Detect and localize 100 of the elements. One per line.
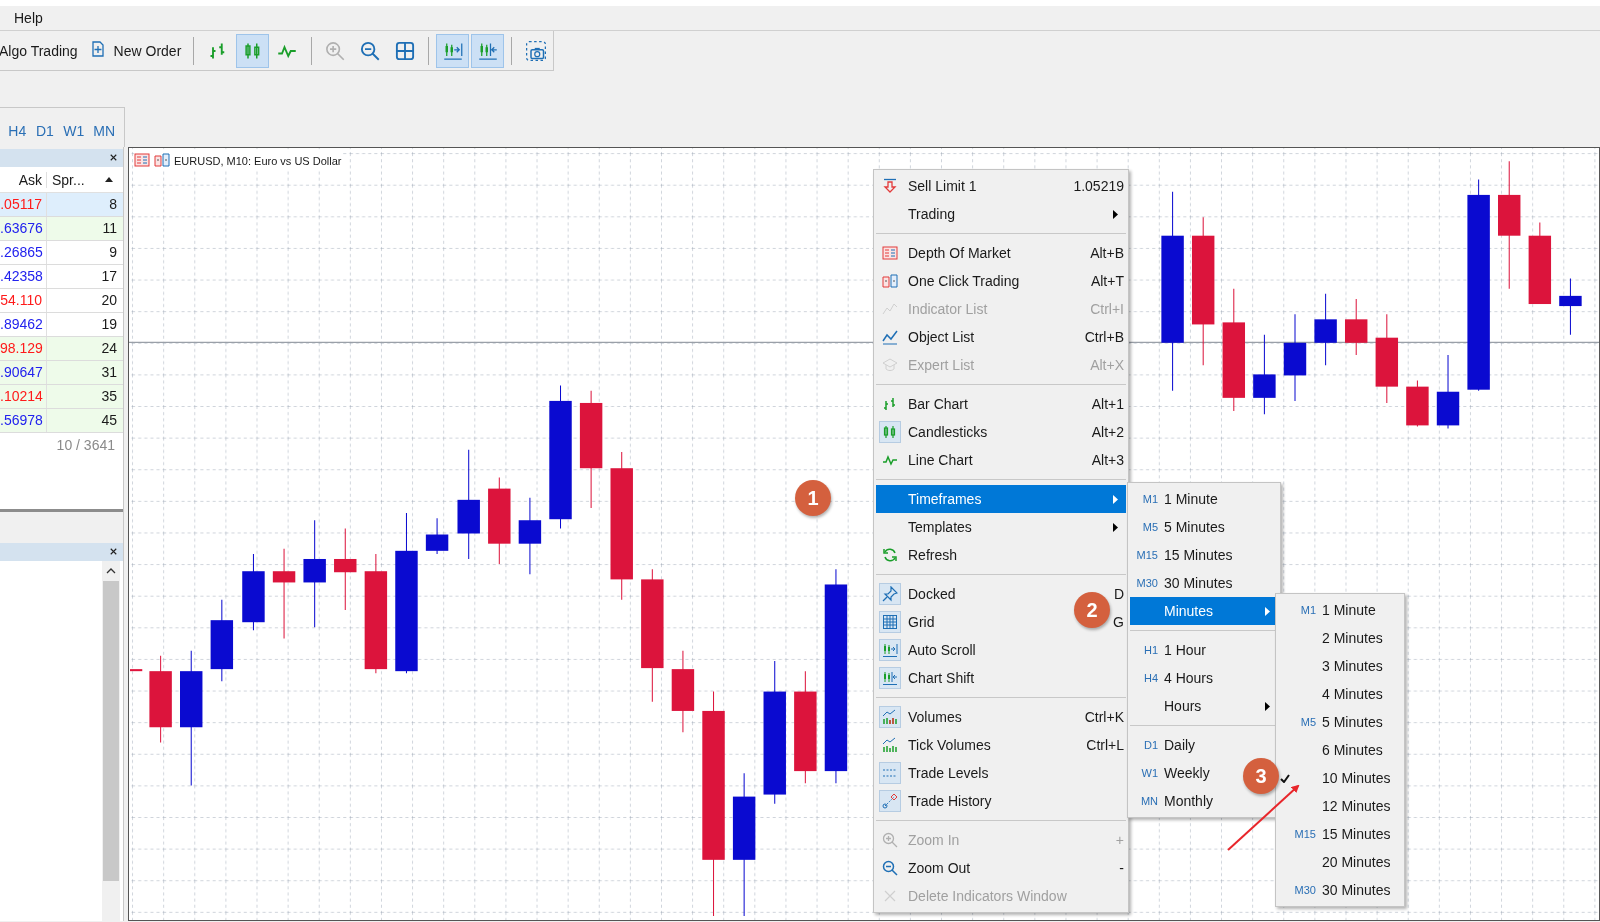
shortcut-text: Alt+3 xyxy=(1091,452,1125,468)
shortcut-text: - xyxy=(1119,860,1125,876)
shortcut-text: 1.05219 xyxy=(1073,178,1125,194)
candlestick xyxy=(1559,278,1582,336)
candlestick xyxy=(1406,380,1429,427)
table-cell: .56978 xyxy=(0,409,47,432)
toolbar-button[interactable]: New Order xyxy=(83,34,188,67)
one-click-icon xyxy=(154,152,170,170)
menu-item[interactable]: Docked xyxy=(876,580,956,608)
menu-item[interactable]: Refresh xyxy=(876,541,958,569)
menu-item[interactable]: Trade Levels xyxy=(876,759,989,787)
chart-title: EURUSD, M10: Euro vs US Dollar xyxy=(174,155,342,167)
menu-item[interactable]: Bar Chart xyxy=(876,390,968,418)
table-row[interactable]: .26865 9 xyxy=(0,241,123,265)
scrollbar[interactable] xyxy=(102,561,120,921)
table-row[interactable]: .10214 35 xyxy=(0,385,123,409)
menu-item[interactable]: Zoom Out xyxy=(876,854,971,882)
shortcut-text: Alt+X xyxy=(1090,357,1125,373)
menu-item[interactable]: Timeframes xyxy=(876,485,1126,513)
table-row[interactable]: .56978 45 xyxy=(0,409,123,433)
menu-item[interactable]: Help xyxy=(14,8,43,28)
menu-item[interactable]: Tick Volumes xyxy=(876,731,991,759)
table-cell: .42358 xyxy=(0,265,47,288)
menu-item[interactable]: M30 30 Minutes xyxy=(1130,569,1238,597)
table-row[interactable]: 54.110 20 xyxy=(0,289,123,313)
timeframe-tab[interactable]: H4 xyxy=(8,123,36,139)
timeframe-tab[interactable]: MN xyxy=(93,123,124,139)
table-row[interactable]: 98.129 24 xyxy=(0,337,123,361)
menu-item[interactable]: W1 Weekly xyxy=(1130,759,1238,787)
shortcut-text: Alt+1 xyxy=(1091,396,1125,412)
menu-item[interactable]: Sell Limit 1 xyxy=(876,172,977,200)
menu-item[interactable]: Templates xyxy=(876,513,972,541)
shortcut-text: Ctrl+I xyxy=(1090,301,1125,317)
menu-item[interactable]: 12 Minutes xyxy=(1278,792,1402,820)
price-marker xyxy=(130,669,143,672)
column-header[interactable]: Ask xyxy=(0,171,47,188)
table-cell: .63676 xyxy=(0,217,47,240)
menu-item[interactable]: M1 1 Minute xyxy=(1278,596,1402,624)
menu-item[interactable]: H1 1 Hour xyxy=(1130,636,1238,664)
menu-item[interactable]: H4 4 Hours xyxy=(1130,664,1238,692)
shortcut-text: Ctrl+B xyxy=(1084,329,1125,345)
table-cell-text: 11 xyxy=(101,219,118,238)
menu-item[interactable]: 4 Minutes xyxy=(1278,680,1402,708)
menu-item[interactable]: M30 30 Minutes xyxy=(1278,876,1402,904)
shortcut-text: Alt+T xyxy=(1090,273,1125,289)
candlestick xyxy=(425,517,449,555)
timeframe-code: M15 xyxy=(1293,828,1317,840)
table-cell-text: 31 xyxy=(100,363,118,382)
candlestick-icon[interactable] xyxy=(236,33,269,68)
menu-item[interactable]: Volumes xyxy=(876,703,962,731)
menu-item[interactable]: 2 Minutes xyxy=(1278,624,1402,652)
table-row[interactable]: .63676 11 xyxy=(0,217,123,241)
table-cell-text: 8 xyxy=(108,195,118,214)
shortcut-text: G xyxy=(1113,614,1125,630)
shortcut-text: Alt+2 xyxy=(1091,424,1125,440)
menu-item[interactable]: 20 Minutes xyxy=(1278,848,1402,876)
auto-scroll-icon[interactable] xyxy=(436,33,470,68)
menu-item[interactable]: MN Monthly xyxy=(1130,787,1238,815)
table-cell: .90647 xyxy=(0,361,47,384)
menu-item[interactable]: M15 15 Minutes xyxy=(1278,820,1402,848)
shortcut-text: D xyxy=(1113,586,1125,602)
table-cell: 98.129 xyxy=(0,337,47,360)
menu-item[interactable]: M1 1 Minute xyxy=(1130,485,1238,513)
sort-arrow-icon xyxy=(105,177,113,182)
menu-item[interactable]: 6 Minutes xyxy=(1278,736,1402,764)
menu-item[interactable]: M5 5 Minutes xyxy=(1278,708,1402,736)
menu-item[interactable]: One Click Trading xyxy=(876,267,1020,295)
menu-item[interactable]: Trade History xyxy=(876,787,992,815)
shortcut-text: Ctrl+L xyxy=(1086,737,1125,753)
menu-item[interactable]: M15 15 Minutes xyxy=(1130,541,1238,569)
shortcut-text: Ctrl+K xyxy=(1084,709,1125,725)
table-row[interactable]: .42358 17 xyxy=(0,265,123,289)
shortcut-text: Alt+B xyxy=(1090,245,1125,261)
column-header[interactable]: Spr... xyxy=(52,171,85,188)
chart-shift-icon[interactable] xyxy=(471,33,505,68)
menu-item[interactable]: Line Chart xyxy=(876,446,973,474)
table-row[interactable]: .90647 31 xyxy=(0,361,123,385)
menu-item[interactable]: Hours xyxy=(1130,692,1278,720)
menu-item[interactable]: 10 Minutes xyxy=(1278,764,1402,792)
menu-item[interactable]: Trading xyxy=(876,200,955,228)
menu-item[interactable]: M5 5 Minutes xyxy=(1130,513,1238,541)
menu-item[interactable]: Grid xyxy=(876,608,935,636)
menu-item[interactable]: D1 Daily xyxy=(1130,731,1238,759)
menu-item[interactable]: Chart Shift xyxy=(876,664,975,692)
table-cell-text: 17 xyxy=(100,267,118,286)
menu-item[interactable]: Depth Of Market xyxy=(876,239,1011,267)
menu-item[interactable]: Object List xyxy=(876,323,975,351)
table-row[interactable]: .05117 8 xyxy=(0,193,123,217)
timeframe-tab[interactable]: D1 xyxy=(35,123,64,139)
timeframe-tab[interactable]: W1 xyxy=(63,123,94,139)
menu-item[interactable]: Minutes xyxy=(1130,597,1278,625)
menu-item[interactable]: 3 Minutes xyxy=(1278,652,1402,680)
table-cell-text: 35 xyxy=(100,387,118,406)
menu-item[interactable]: Auto Scroll xyxy=(876,636,976,664)
timeframe-code: W1 xyxy=(1140,767,1159,779)
timeframe-code: H1 xyxy=(1142,644,1159,656)
timeframe-code: M5 xyxy=(1141,521,1159,533)
menu-item[interactable]: Candlesticks xyxy=(876,418,988,446)
table-cell: .10214 xyxy=(0,385,47,408)
symbol-count: 10 / 3641 xyxy=(55,436,116,455)
